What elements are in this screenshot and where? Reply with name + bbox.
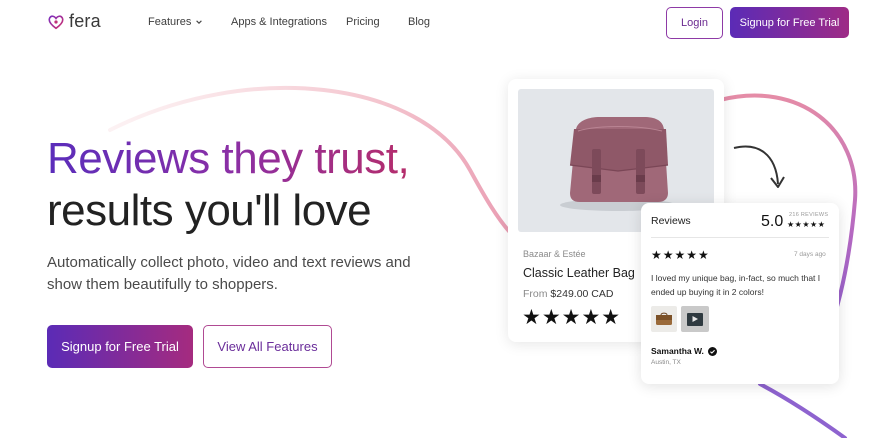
nav-item-blog[interactable]: Blog <box>408 16 430 28</box>
reviews-title: Reviews <box>651 215 691 227</box>
curved-arrow-icon <box>733 145 785 188</box>
product-name: Classic Leather Bag <box>523 266 635 280</box>
average-stars: ★★★★★ <box>787 220 826 229</box>
verified-check-icon <box>707 346 717 356</box>
divider <box>651 237 829 238</box>
top-nav: fera Features Apps & Integrations Pricin… <box>0 0 875 46</box>
review-photo-thumbnail[interactable] <box>651 306 677 332</box>
logo-text: fera <box>69 11 101 31</box>
view-all-features-button[interactable]: View All Features <box>203 325 332 368</box>
nav-item-label: Features <box>148 16 192 28</box>
price-value: $249.00 CAD <box>550 288 614 300</box>
product-brand: Bazaar & Estée <box>523 249 586 259</box>
nav-item-features[interactable]: Features <box>148 16 203 28</box>
price-prefix: From <box>523 288 548 300</box>
nav-item-apps-integrations[interactable]: Apps & Integrations <box>231 16 327 28</box>
average-score: 5.0 <box>761 213 784 230</box>
author-location: Austin, TX <box>651 359 681 366</box>
hero-title-line1: Reviews they trust, <box>47 132 410 186</box>
logo[interactable]: fera <box>47 11 101 32</box>
bag-thumbnail-icon <box>656 312 672 325</box>
hero-title-line2: results you'll love <box>47 186 372 235</box>
chevron-down-icon <box>196 20 203 24</box>
review-author: Samantha W. <box>651 346 717 356</box>
hero-subtitle: Automatically collect photo, video and t… <box>47 254 411 293</box>
review-count: 216 REVIEWS <box>789 212 829 218</box>
login-button[interactable]: Login <box>666 7 723 39</box>
product-price: From $249.00 CAD <box>523 288 613 300</box>
nav-item-pricing[interactable]: Pricing <box>346 16 380 28</box>
heart-logo-icon <box>48 14 64 29</box>
review-card: Reviews 5.0 216 REVIEWS ★★★★★ ★★★★★ 7 da… <box>641 203 839 384</box>
product-rating-stars: ★★★★★ <box>522 306 622 329</box>
nav-signup-button[interactable]: Signup for Free Trial <box>730 7 849 38</box>
review-text: I loved my unique bag, in-fact, so much … <box>651 273 821 297</box>
play-icon <box>687 312 703 326</box>
review-stars: ★★★★★ <box>651 248 710 262</box>
review-date: 7 days ago <box>794 251 826 258</box>
review-video-thumbnail[interactable] <box>681 306 709 332</box>
author-name: Samantha W. <box>651 346 704 356</box>
hero-signup-button[interactable]: Signup for Free Trial <box>47 325 193 368</box>
